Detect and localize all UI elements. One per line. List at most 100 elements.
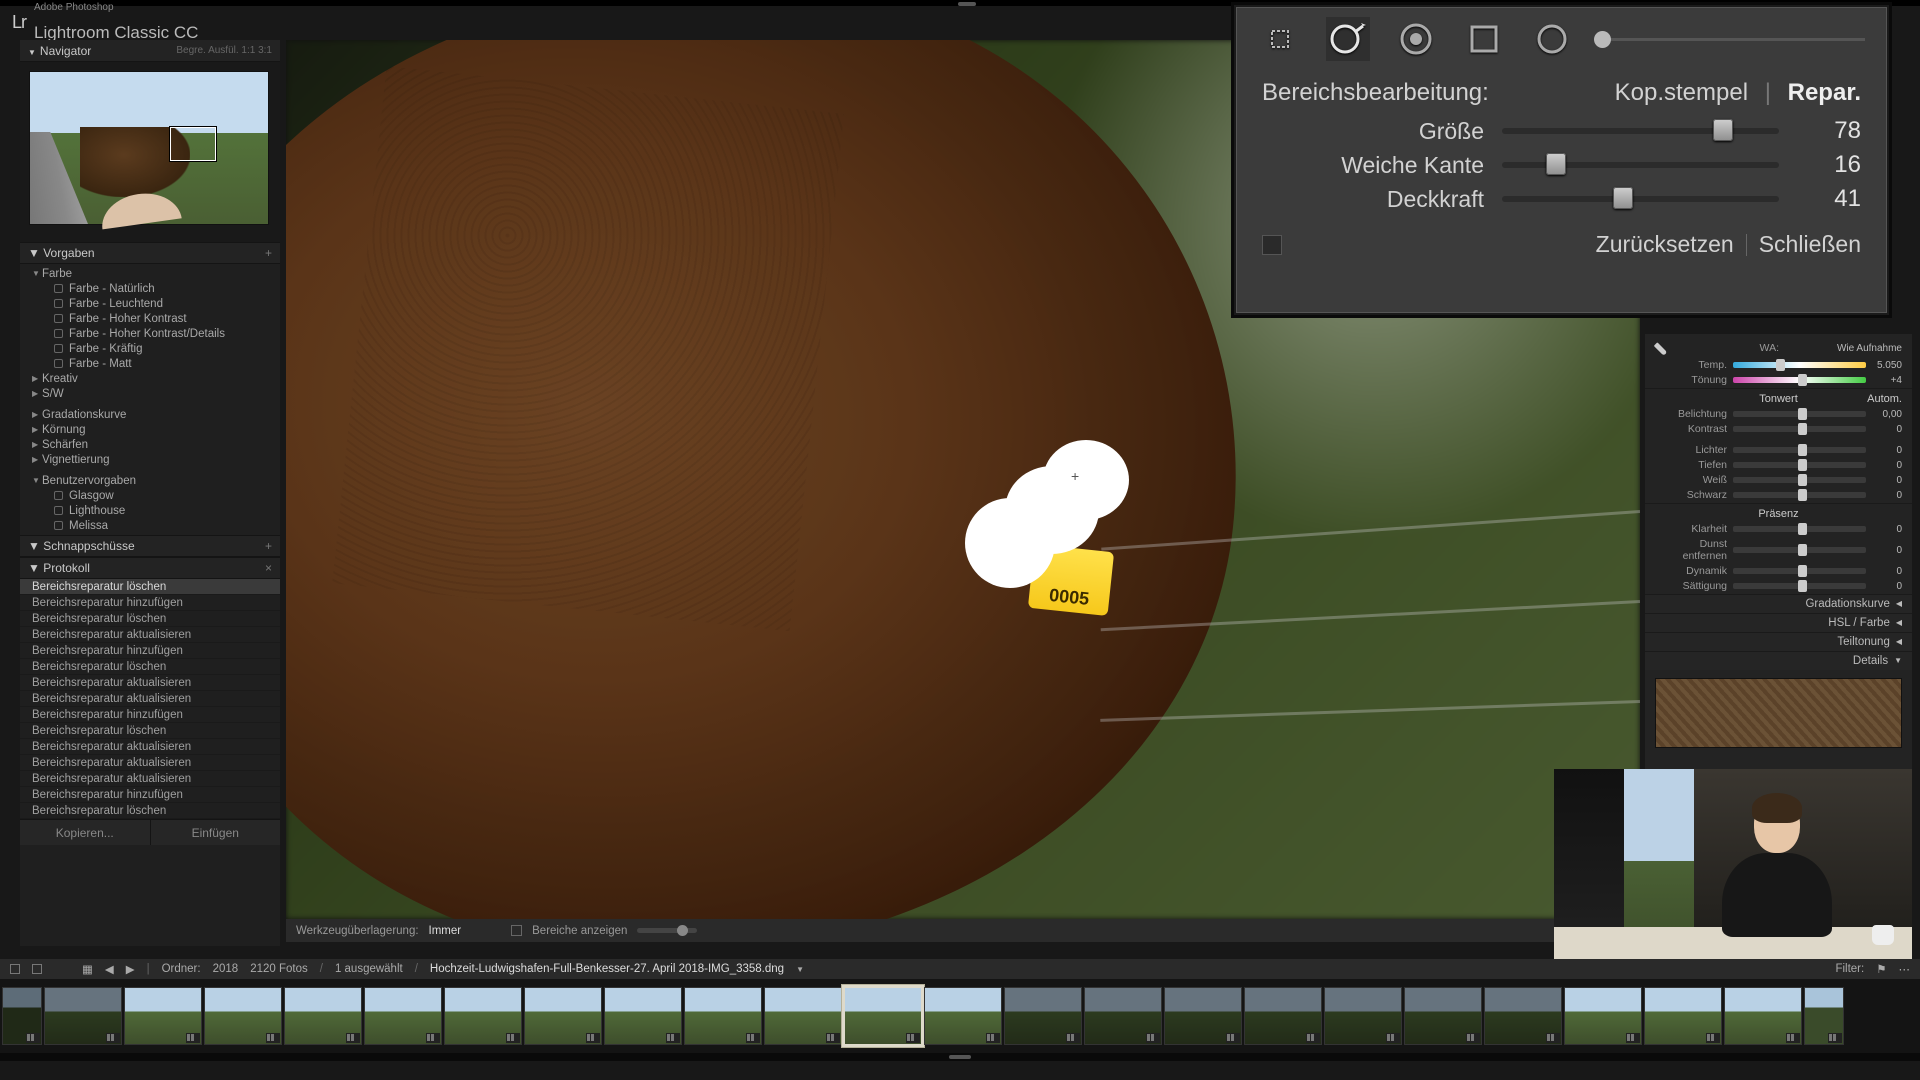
- opacity-slider[interactable]: [1502, 196, 1779, 202]
- history-item[interactable]: Bereichsreparatur löschen: [20, 723, 280, 739]
- history-item[interactable]: Bereichsreparatur löschen: [20, 611, 280, 627]
- tint-value[interactable]: +4: [1866, 375, 1902, 386]
- filter-lock-icon[interactable]: ⋯: [1899, 962, 1911, 976]
- film-thumb-selected[interactable]: [844, 987, 922, 1045]
- flag-filter-icon[interactable]: ⚑: [1876, 962, 1886, 976]
- film-thumb[interactable]: [1324, 987, 1402, 1045]
- contrast-value[interactable]: 0: [1866, 424, 1902, 435]
- history-item[interactable]: Bereichsreparatur hinzufügen: [20, 643, 280, 659]
- film-thumb[interactable]: [44, 987, 122, 1045]
- film-thumb[interactable]: [604, 987, 682, 1045]
- preset-group-korn[interactable]: ▶Körnung: [20, 422, 280, 437]
- snapshots-header[interactable]: ▼ Schnappschüsse +: [20, 535, 280, 557]
- history-item[interactable]: Bereichsreparatur hinzufügen: [20, 707, 280, 723]
- history-item[interactable]: Bereichsreparatur hinzufügen: [20, 595, 280, 611]
- clarity-slider[interactable]: [1733, 526, 1866, 532]
- film-thumb[interactable]: [1404, 987, 1482, 1045]
- toggle-panel-checkbox[interactable]: [1262, 235, 1282, 255]
- show-areas-slider[interactable]: [637, 928, 697, 933]
- white-value[interactable]: 0: [1866, 475, 1902, 486]
- first-view-icon[interactable]: [10, 964, 20, 974]
- clarity-value[interactable]: 0: [1866, 524, 1902, 535]
- details-panel-header[interactable]: Details▼: [1645, 651, 1912, 670]
- preset-group-kreativ[interactable]: ▶Kreativ: [20, 371, 280, 386]
- exposure-slider[interactable]: [1733, 411, 1866, 417]
- film-thumb[interactable]: [524, 987, 602, 1045]
- navigator-preview[interactable]: [20, 62, 280, 242]
- vibrance-value[interactable]: 0: [1866, 566, 1902, 577]
- grid-toggle-icon[interactable]: ▦: [82, 962, 93, 976]
- copy-settings-button[interactable]: Kopieren...: [20, 820, 151, 845]
- hsl-panel-header[interactable]: HSL / Farbe◀: [1645, 613, 1912, 632]
- preset-item[interactable]: Farbe - Leuchtend: [20, 296, 280, 311]
- preset-item[interactable]: Farbe - Natürlich: [20, 281, 280, 296]
- second-view-icon[interactable]: [32, 964, 42, 974]
- filmstrip[interactable]: [0, 979, 1920, 1053]
- dehaze-value[interactable]: 0: [1866, 545, 1902, 556]
- vibrance-slider[interactable]: [1733, 568, 1866, 574]
- history-item[interactable]: Bereichsreparatur löschen: [20, 579, 280, 595]
- preset-group-scharf[interactable]: ▶Schärfen: [20, 437, 280, 452]
- preset-group-farbe[interactable]: ▼Farbe: [20, 266, 280, 281]
- paste-settings-button[interactable]: Einfügen: [151, 820, 281, 845]
- film-thumb[interactable]: [1084, 987, 1162, 1045]
- history-item[interactable]: Bereichsreparatur hinzufügen: [20, 787, 280, 803]
- temp-slider[interactable]: [1733, 362, 1866, 368]
- brush-size-slider[interactable]: [1603, 38, 1865, 41]
- history-item[interactable]: Bereichsreparatur löschen: [20, 803, 280, 819]
- opacity-value[interactable]: 41: [1779, 185, 1861, 213]
- film-thumb[interactable]: [1804, 987, 1844, 1045]
- film-thumb[interactable]: [1724, 987, 1802, 1045]
- history-header[interactable]: ▼ Protokoll ×: [20, 557, 280, 579]
- close-button[interactable]: Schließen: [1759, 231, 1861, 258]
- film-thumb[interactable]: [284, 987, 362, 1045]
- lights-value[interactable]: 0: [1866, 445, 1902, 456]
- history-item[interactable]: Bereichsreparatur aktualisieren: [20, 755, 280, 771]
- prev-button[interactable]: ◀: [105, 962, 114, 976]
- add-preset-button[interactable]: +: [265, 246, 272, 260]
- heal-tool-icon[interactable]: [1326, 17, 1370, 61]
- next-button[interactable]: ▶: [126, 962, 135, 976]
- preset-group-grad[interactable]: ▶Gradationskurve: [20, 407, 280, 422]
- exposure-value[interactable]: 0,00: [1866, 409, 1902, 420]
- history-item[interactable]: Bereichsreparatur aktualisieren: [20, 675, 280, 691]
- film-thumb[interactable]: [1484, 987, 1562, 1045]
- add-snapshot-button[interactable]: +: [265, 539, 272, 553]
- preset-item[interactable]: Farbe - Hoher Kontrast/Details: [20, 326, 280, 341]
- reset-button[interactable]: Zurücksetzen: [1596, 231, 1734, 258]
- split-panel-header[interactable]: Teiltonung◀: [1645, 632, 1912, 651]
- clone-mode-button[interactable]: Kop.stempel: [1615, 79, 1748, 106]
- film-thumb[interactable]: [364, 987, 442, 1045]
- film-thumb[interactable]: [924, 987, 1002, 1045]
- lights-slider[interactable]: [1733, 447, 1866, 453]
- darks-value[interactable]: 0: [1866, 460, 1902, 471]
- film-thumb[interactable]: [684, 987, 762, 1045]
- navigator-viewport[interactable]: [170, 127, 216, 161]
- preset-item[interactable]: Lighthouse: [20, 503, 280, 518]
- overlay-mode-dropdown[interactable]: Immer: [429, 925, 462, 937]
- navigator-header[interactable]: ▼Navigator Begre. Ausfül. 1:1 3:1: [20, 40, 280, 62]
- detail-preview[interactable]: [1655, 678, 1902, 748]
- history-item[interactable]: Bereichsreparatur aktualisieren: [20, 627, 280, 643]
- wb-value[interactable]: Wie Aufnahme: [1822, 343, 1902, 354]
- curve-panel-header[interactable]: Gradationskurve◀: [1645, 594, 1912, 613]
- redeye-tool-icon[interactable]: [1394, 17, 1438, 61]
- heal-brush-overlay[interactable]: +: [961, 440, 1131, 610]
- preset-group-sw[interactable]: ▶S/W: [20, 386, 280, 401]
- preset-item[interactable]: Farbe - Kräftig: [20, 341, 280, 356]
- feather-value[interactable]: 16: [1779, 151, 1861, 179]
- presets-header[interactable]: ▼ Vorgaben +: [20, 242, 280, 264]
- film-thumb[interactable]: [1644, 987, 1722, 1045]
- dehaze-slider[interactable]: [1733, 547, 1866, 553]
- black-value[interactable]: 0: [1866, 490, 1902, 501]
- preset-group-user[interactable]: ▼Benutzervorgaben: [20, 473, 280, 488]
- preset-item[interactable]: Farbe - Hoher Kontrast: [20, 311, 280, 326]
- white-slider[interactable]: [1733, 477, 1866, 483]
- darks-slider[interactable]: [1733, 462, 1866, 468]
- history-item[interactable]: Bereichsreparatur aktualisieren: [20, 771, 280, 787]
- preset-item[interactable]: Farbe - Matt: [20, 356, 280, 371]
- history-item[interactable]: Bereichsreparatur löschen: [20, 659, 280, 675]
- crop-tool-icon[interactable]: [1258, 17, 1302, 61]
- film-thumb[interactable]: [124, 987, 202, 1045]
- film-thumb[interactable]: [2, 987, 42, 1045]
